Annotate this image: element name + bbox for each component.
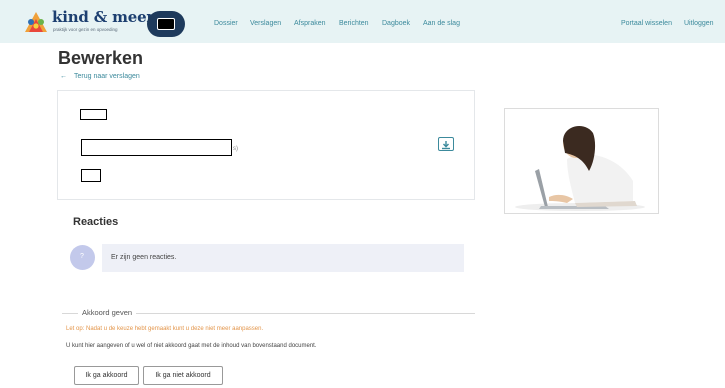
consent-warning: Let op: Nadat u de keuze hebt gemaakt ku… — [66, 326, 264, 332]
redacted-meta — [81, 169, 101, 182]
download-button[interactable] — [438, 137, 454, 151]
back-link[interactable]: ← Terug naar verslagen — [60, 73, 140, 80]
nav-portaal-wisselen[interactable]: Portaal wisselen — [621, 20, 672, 27]
nav-dagboek[interactable]: Dagboek — [382, 20, 410, 27]
nav-verslagen[interactable]: Verslagen — [250, 20, 281, 27]
redacted-title — [80, 109, 107, 120]
nav-berichten[interactable]: Berichten — [339, 20, 369, 27]
profile-photo — [504, 108, 659, 214]
nav-afspraken[interactable]: Afspraken — [294, 20, 326, 27]
brand-name[interactable]: kind & meer — [52, 10, 154, 25]
filename-fragment: s) — [233, 146, 238, 152]
nav-uitloggen[interactable]: Uitloggen — [684, 20, 714, 27]
consent-info: U kunt hier aangeven of u wel of niet ak… — [66, 343, 317, 349]
avatar: ? — [70, 245, 95, 270]
download-icon — [442, 141, 450, 150]
agree-button[interactable]: Ik ga akkoord — [74, 366, 139, 385]
reactions-title: Reacties — [73, 216, 119, 228]
brand-tagline: praktijk voor gezin en opvoeding — [53, 27, 118, 32]
redacted-filename — [81, 139, 232, 156]
nav-dossier[interactable]: Dossier — [214, 20, 238, 27]
comment-box: Er zijn geen reacties. — [102, 244, 464, 272]
page-title: Bewerken — [58, 48, 144, 68]
arrow-left-icon: ← — [60, 73, 67, 80]
redacted-avatar — [147, 11, 185, 37]
nav-aan-de-slag[interactable]: Aan de slag — [423, 20, 460, 27]
top-bar: kind & meer praktijk voor gezin en opvoe… — [0, 0, 725, 43]
back-link-label: Terug naar verslagen — [74, 73, 140, 80]
consent-legend: Akkoord geven — [78, 308, 137, 317]
avatar-initial: ? — [80, 253, 84, 260]
disagree-button[interactable]: Ik ga niet akkoord — [143, 366, 223, 385]
family-logo-icon[interactable] — [23, 10, 49, 34]
no-comments-text: Er zijn geen reacties. — [111, 254, 177, 261]
